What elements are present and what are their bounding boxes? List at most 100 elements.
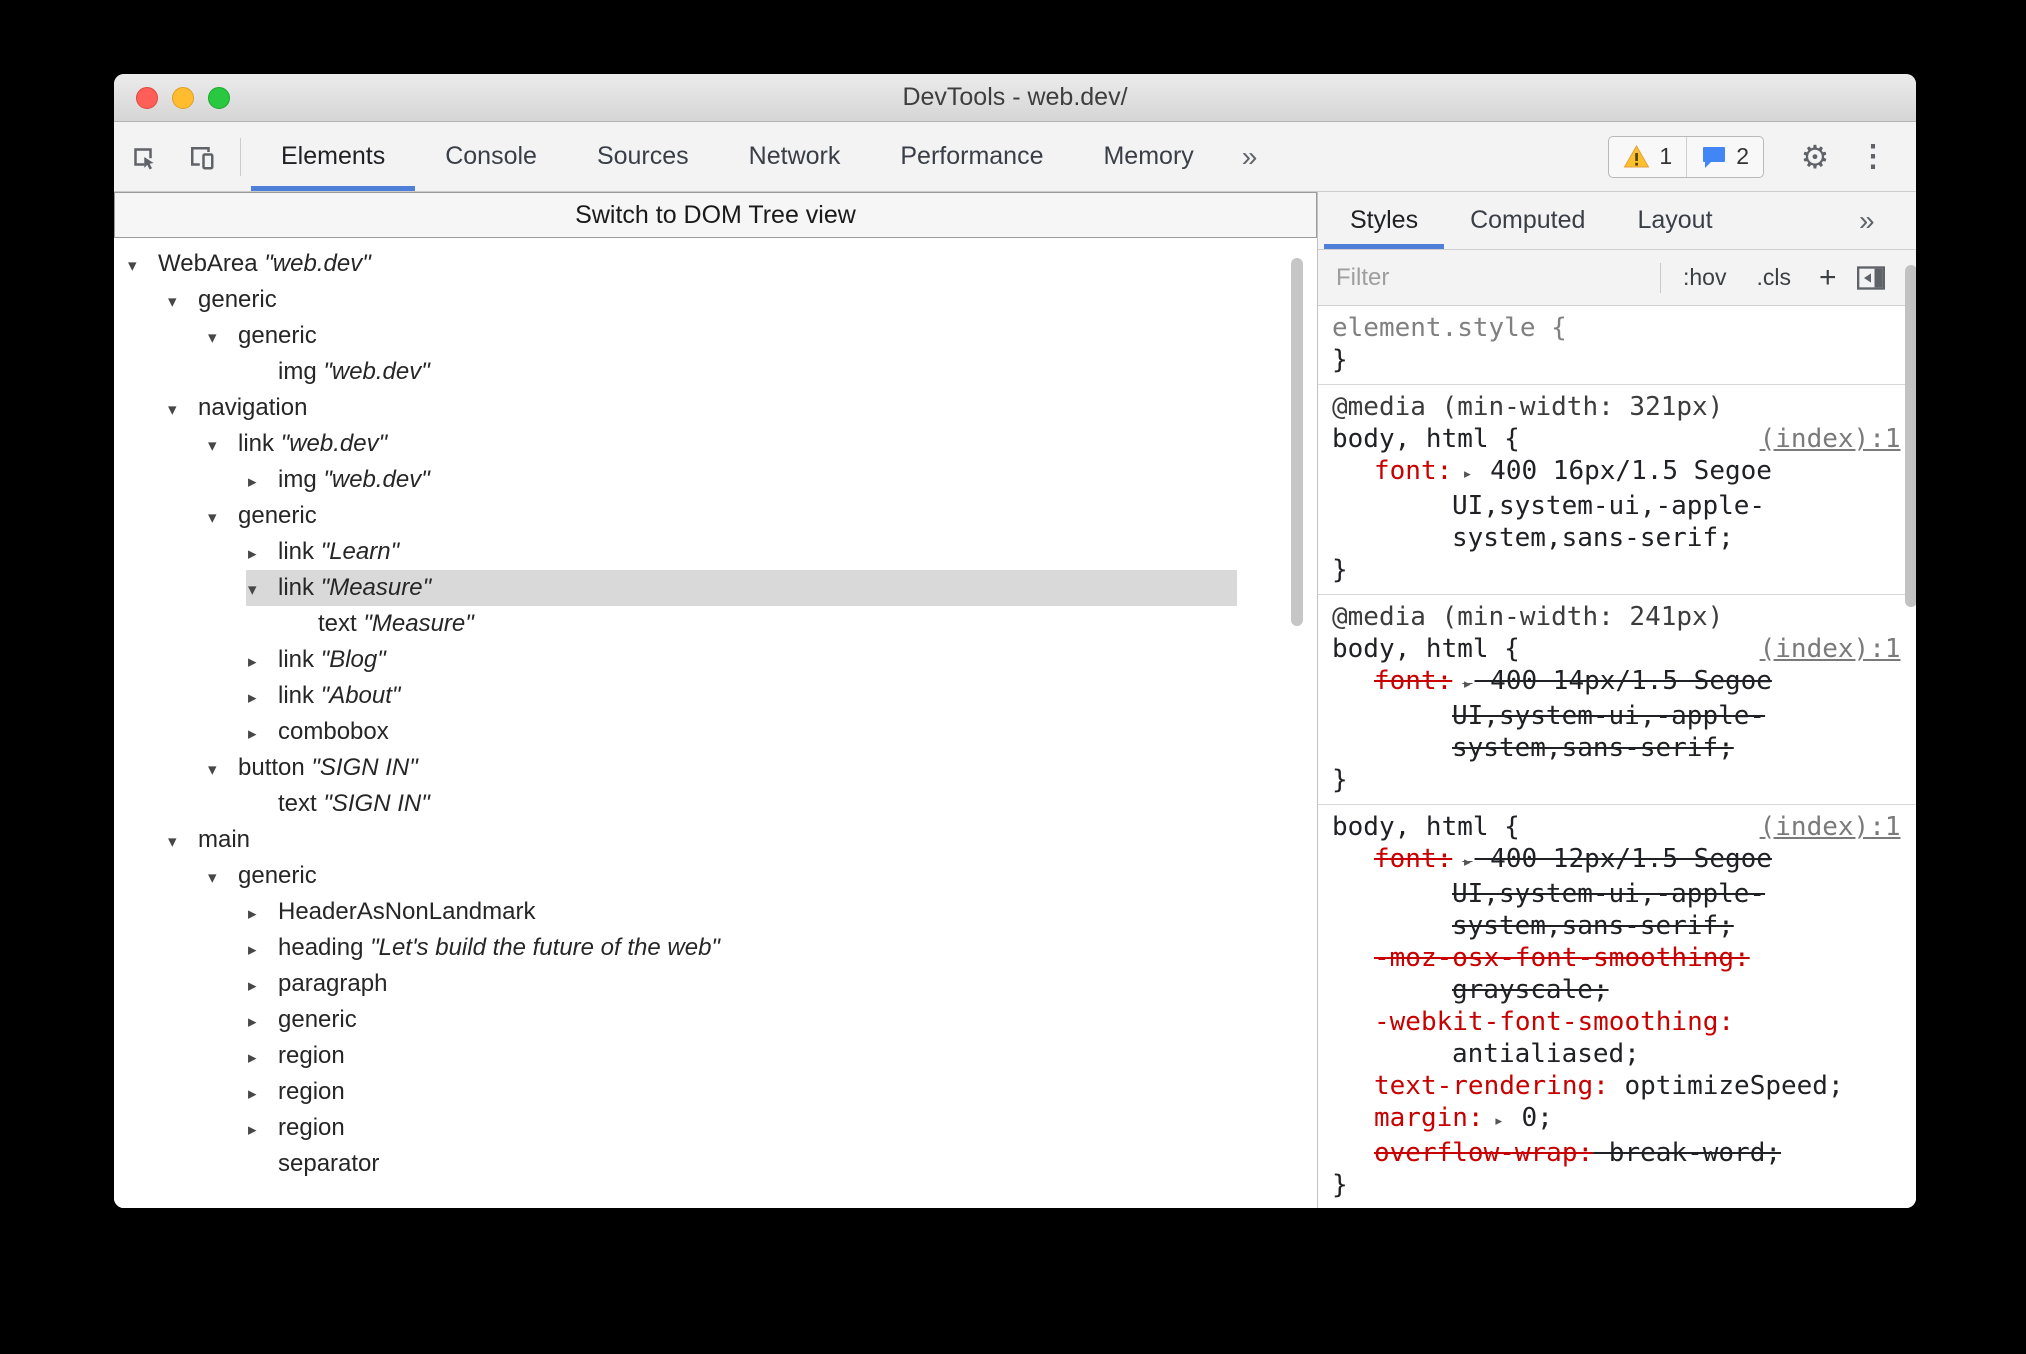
tree-row[interactable]: img "web.dev"	[246, 354, 1237, 390]
tree-row[interactable]: ▸ link "About"	[246, 678, 1237, 714]
new-style-rule-button[interactable]: +	[1813, 261, 1843, 295]
tree-collapsed-arrow-icon[interactable]: ▸	[246, 1112, 278, 1148]
tree-expanded-arrow-icon[interactable]: ▾	[166, 392, 198, 428]
tree-expanded-arrow-icon[interactable]: ▾	[206, 320, 238, 356]
tree-row[interactable]: ▾ button "SIGN IN"	[206, 750, 1237, 786]
settings-button[interactable]: ⚙	[1786, 122, 1844, 191]
expand-shorthand-icon[interactable]: ▸	[1462, 852, 1472, 872]
tree-row[interactable]: ▸ link "Blog"	[246, 642, 1237, 678]
expand-shorthand-icon[interactable]: ▸	[1462, 464, 1472, 484]
tree-collapsed-arrow-icon[interactable]: ▸	[246, 644, 278, 680]
tree-expanded-arrow-icon[interactable]: ▾	[206, 500, 238, 536]
rule-selector[interactable]: element.style {	[1332, 313, 1567, 343]
device-toolbar-button[interactable]	[172, 122, 230, 191]
tab-sources[interactable]: Sources	[567, 122, 719, 191]
tree-row[interactable]: ▾ generic	[166, 282, 1237, 318]
tree-row[interactable]: ▸ heading "Let's build the future of the …	[246, 930, 1237, 966]
expand-shorthand-icon[interactable]: ▸	[1462, 674, 1472, 694]
css-declaration[interactable]: -webkit-font-smoothing: antialiased;	[1332, 1006, 1901, 1070]
property-name: -moz-osx-font-smoothing:	[1374, 943, 1750, 973]
tree-row[interactable]: ▾ link "web.dev"	[206, 426, 1237, 462]
messages-badge[interactable]: 2	[1686, 136, 1763, 177]
stylesheet-link[interactable]: (index):1	[1760, 633, 1901, 665]
tree-row[interactable]: ▸ paragraph	[246, 966, 1237, 1002]
minimize-button[interactable]	[172, 86, 194, 109]
tree-row[interactable]: ▾ generic	[206, 858, 1237, 894]
tab-memory[interactable]: Memory	[1073, 122, 1223, 191]
tree-row[interactable]: ▸ region	[246, 1110, 1237, 1146]
css-declaration[interactable]: font: ▸ 400 16px/1.5 Segoe UI,system-ui,-…	[1332, 455, 1901, 554]
more-sidebar-tabs-button[interactable]: »	[1859, 205, 1875, 237]
gear-icon: ⚙	[1800, 138, 1830, 175]
tab-console[interactable]: Console	[415, 122, 567, 191]
tree-row[interactable]: ▸ combobox	[246, 714, 1237, 750]
tree-expanded-arrow-icon[interactable]: ▾	[206, 860, 238, 896]
tree-collapsed-arrow-icon[interactable]: ▸	[246, 968, 278, 1004]
tree-collapsed-arrow-icon[interactable]: ▸	[246, 1004, 278, 1040]
switch-dom-tree-button[interactable]: Switch to DOM Tree view	[114, 192, 1317, 238]
tab-elements[interactable]: Elements	[251, 122, 415, 191]
css-declaration[interactable]: -moz-osx-font-smoothing: grayscale;	[1332, 942, 1901, 1006]
tree-row[interactable]: ▸ region	[246, 1074, 1237, 1110]
tree-row[interactable]: ▾ link "Measure"	[246, 570, 1237, 606]
tree-collapsed-arrow-icon[interactable]: ▸	[246, 464, 278, 500]
tree-collapsed-arrow-icon[interactable]: ▸	[246, 716, 278, 752]
tree-row[interactable]: ▸ region	[246, 1038, 1237, 1074]
tree-row[interactable]: ▸ img "web.dev"	[246, 462, 1237, 498]
tree-row[interactable]: ▸ link "Learn"	[246, 534, 1237, 570]
left-scrollbar-thumb[interactable]	[1291, 258, 1303, 626]
tab-styles[interactable]: Styles	[1324, 192, 1444, 249]
expand-shorthand-icon[interactable]: ▸	[1494, 1111, 1504, 1131]
main-menu-button[interactable]: ⋮	[1844, 122, 1902, 191]
tree-row[interactable]: ▾ WebArea "web.dev"	[126, 246, 1237, 282]
sidebar-toggle-button[interactable]	[1856, 265, 1885, 290]
more-panels-button[interactable]: »	[1224, 141, 1276, 173]
right-scrollbar-thumb[interactable]	[1904, 265, 1916, 607]
titlebar[interactable]: DevTools - web.dev/	[114, 74, 1916, 122]
tab-network[interactable]: Network	[719, 122, 871, 191]
zoom-button[interactable]	[208, 86, 230, 109]
rule-selector[interactable]: body, html {	[1332, 812, 1520, 842]
tree-row[interactable]: ▸ generic	[246, 1002, 1237, 1038]
tree-collapsed-arrow-icon[interactable]: ▸	[246, 896, 278, 932]
css-declaration[interactable]: font: ▸ 400 12px/1.5 Segoe UI,system-ui,-…	[1332, 843, 1901, 942]
tree-row[interactable]: text "Measure"	[286, 606, 1237, 642]
tree-row[interactable]: ▾ generic	[206, 318, 1237, 354]
tree-collapsed-arrow-icon[interactable]: ▸	[246, 680, 278, 716]
tree-row[interactable]: ▾ navigation	[166, 390, 1237, 426]
rule-selector[interactable]: body, html {	[1332, 424, 1520, 454]
tree-expanded-arrow-icon[interactable]: ▾	[206, 428, 238, 464]
devtools-window: DevTools - web.dev/ Elements Console Sou…	[114, 74, 1916, 1208]
stylesheet-link[interactable]: (index):1	[1760, 423, 1901, 455]
tree-node-role: generic	[238, 862, 317, 889]
tree-expanded-arrow-icon[interactable]: ▾	[206, 752, 238, 788]
rule-selector[interactable]: body, html {	[1332, 634, 1520, 664]
tree-row[interactable]: ▸ HeaderAsNonLandmark	[246, 894, 1237, 930]
css-declaration[interactable]: margin: ▸ 0;	[1332, 1102, 1901, 1137]
tree-row[interactable]: ▾ main	[166, 822, 1237, 858]
css-declaration[interactable]: overflow-wrap: break-word;	[1332, 1137, 1901, 1169]
tree-expanded-arrow-icon[interactable]: ▾	[166, 284, 198, 320]
tree-row[interactable]: text "SIGN IN"	[246, 786, 1237, 822]
warnings-badge[interactable]: 1	[1609, 137, 1686, 177]
tree-collapsed-arrow-icon[interactable]: ▸	[246, 1040, 278, 1076]
toggle-element-state-button[interactable]: :hov	[1675, 264, 1734, 291]
tab-performance[interactable]: Performance	[870, 122, 1073, 191]
css-declaration[interactable]: font: ▸ 400 14px/1.5 Segoe UI,system-ui,-…	[1332, 665, 1901, 764]
tree-expanded-arrow-icon[interactable]: ▾	[166, 824, 198, 860]
close-button[interactable]	[136, 86, 158, 109]
tree-collapsed-arrow-icon[interactable]: ▸	[246, 536, 278, 572]
element-classes-button[interactable]: .cls	[1748, 264, 1799, 291]
tree-expanded-arrow-icon[interactable]: ▾	[126, 248, 158, 284]
tab-layout[interactable]: Layout	[1611, 192, 1738, 249]
css-declaration[interactable]: text-rendering: optimizeSpeed;	[1332, 1070, 1901, 1102]
tree-expanded-arrow-icon[interactable]: ▾	[246, 572, 278, 608]
inspect-button[interactable]	[114, 122, 172, 191]
stylesheet-link[interactable]: (index):1	[1760, 811, 1901, 843]
styles-filter-input[interactable]	[1336, 263, 1646, 292]
tree-row[interactable]: ▾ generic	[206, 498, 1237, 534]
tree-row[interactable]: separator	[246, 1146, 1237, 1182]
tree-collapsed-arrow-icon[interactable]: ▸	[246, 932, 278, 968]
tab-computed[interactable]: Computed	[1444, 192, 1611, 249]
tree-collapsed-arrow-icon[interactable]: ▸	[246, 1076, 278, 1112]
